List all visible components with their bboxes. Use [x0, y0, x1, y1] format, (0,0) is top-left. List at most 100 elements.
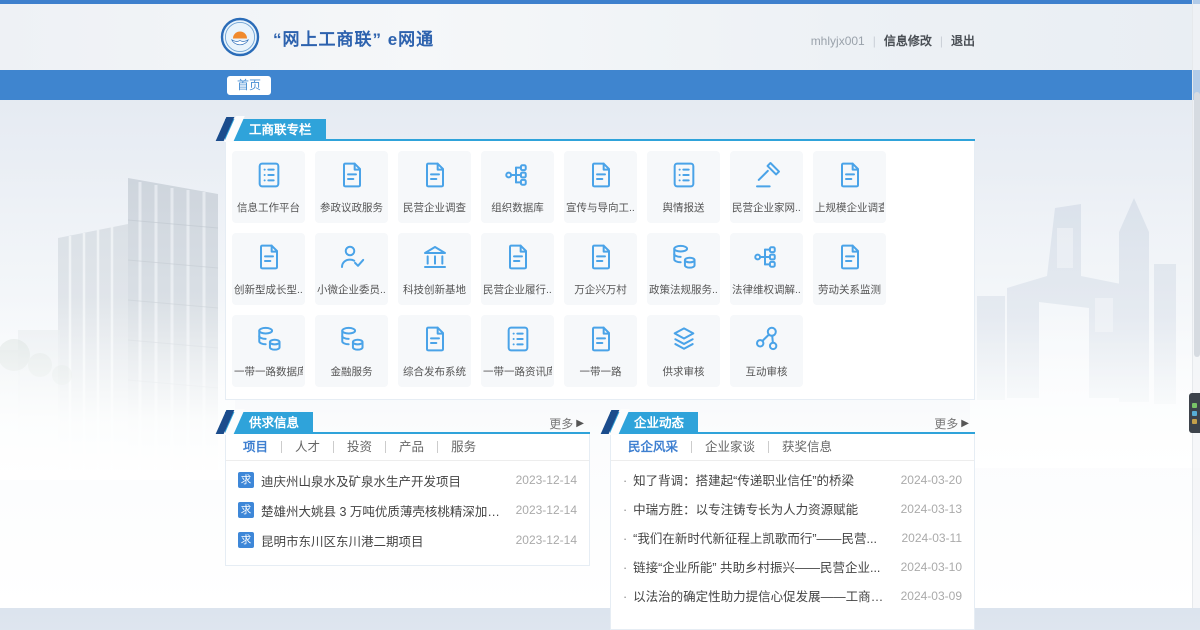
panel-tile[interactable]: 组织数据库 [481, 151, 554, 223]
panel-tile[interactable]: 一带一路 [564, 315, 637, 387]
panel-tile[interactable]: 小微企业委员... [315, 233, 388, 305]
supply-more-link[interactable]: 更多 ▶ [549, 415, 584, 432]
logout-link[interactable]: 退出 [951, 32, 975, 49]
section-title-tab: 工商联专栏 [225, 119, 326, 141]
separator: | [940, 34, 943, 48]
news-item[interactable]: “我们在新时代新征程上凯歌而行”——民营... 2024-03-11 [611, 523, 974, 552]
tile-label: 一带一路数据库 [234, 364, 303, 379]
page-scrollbar[interactable] [1192, 0, 1200, 608]
section-title-tab: 供求信息 [225, 412, 313, 434]
scrollbar-thumb[interactable] [1194, 92, 1200, 357]
item-date: 2023-12-14 [516, 503, 577, 517]
panel-tile[interactable]: 信息工作平台 [232, 151, 305, 223]
item-date: 2024-03-11 [902, 531, 963, 545]
more-arrow-icon: ▶ [961, 418, 969, 429]
doc-icon [584, 158, 618, 192]
tile-label: 供求审核 [649, 364, 718, 379]
item-date: 2023-12-14 [516, 533, 577, 547]
panel-tile[interactable]: 一带一路数据库 [232, 315, 305, 387]
list-doc-icon [667, 158, 701, 192]
tile-label: 劳动关系监测 [815, 282, 884, 297]
section-title: 供求信息 [249, 416, 299, 430]
more-label: 更多 [549, 415, 573, 432]
section-header: 工商联专栏 [225, 119, 975, 141]
item-title: 链接“企业所能” 共助乡村振兴——民营企业... [623, 557, 891, 576]
tile-label: 宣传与导向工... [566, 200, 635, 215]
demand-badge: 求 [238, 472, 254, 488]
panel-tile[interactable]: 宣传与导向工... [564, 151, 637, 223]
sub-tab[interactable]: 投资 [333, 441, 385, 453]
tile-label: 法律维权调解... [732, 282, 801, 297]
modify-info-link[interactable]: 信息修改 [884, 32, 932, 49]
tile-label: 一带一路 [566, 364, 635, 379]
section-title: 工商联专栏 [249, 123, 312, 137]
section-header: 供求信息 更多 ▶ [225, 412, 590, 434]
item-title: 楚雄州大姚县 3 万吨优质薄壳核桃精深加工及科... [261, 501, 506, 520]
news-item[interactable]: 知了背调：搭建起“传递职业信任”的桥梁 2024-03-20 [611, 465, 974, 494]
share-icon [750, 322, 784, 356]
panel-tile[interactable]: 一带一路资讯库 [481, 315, 554, 387]
sub-tab-label: 民企风采 [628, 440, 678, 454]
supply-item[interactable]: 求 迪庆州山泉水及矿泉水生产开发项目 2023-12-14 [226, 465, 589, 495]
panel-tile[interactable]: 参政议政服务 [315, 151, 388, 223]
sub-tab-label: 人才 [295, 440, 320, 454]
supply-demand-section: 供求信息 更多 ▶ 项目 人才 投资 产品 服务 求 迪庆州山泉水及矿泉水生产开… [225, 412, 590, 630]
home-tab[interactable]: 首页 [227, 76, 271, 95]
item-date: 2024-03-20 [901, 473, 962, 487]
tile-label: 上规模企业调查 [815, 200, 884, 215]
doc-icon [418, 322, 452, 356]
panel-tile[interactable]: 民营企业调查 [398, 151, 471, 223]
news-item[interactable]: 以法治的确定性助力提信心促发展——工商联... 2024-03-09 [611, 581, 974, 610]
panel-tile[interactable]: 科技创新基地 [398, 233, 471, 305]
bank-icon [418, 240, 452, 274]
widget-dot [1192, 411, 1197, 416]
supply-item[interactable]: 求 昆明市东川区东川港二期项目 2023-12-14 [226, 525, 589, 555]
list-doc-icon [501, 322, 535, 356]
panel-tile[interactable]: 金融服务 [315, 315, 388, 387]
panel-tile[interactable]: 万企兴万村 [564, 233, 637, 305]
sub-tab[interactable]: 企业家谈 [691, 441, 768, 453]
tile-label: 民营企业履行... [483, 282, 552, 297]
panel-tile[interactable]: 政策法规服务... [647, 233, 720, 305]
widget-dot [1192, 403, 1197, 408]
panel-tile[interactable]: 上规模企业调查 [813, 151, 886, 223]
news-item[interactable]: 中瑞方胜：以专注铸专长为人力资源赋能 2024-03-13 [611, 494, 974, 523]
sub-tab[interactable]: 产品 [385, 441, 437, 453]
sub-tab[interactable]: 项目 [230, 441, 281, 453]
panel-tile[interactable]: 劳动关系监测 [813, 233, 886, 305]
more-label: 更多 [934, 415, 958, 432]
sub-tab[interactable]: 获奖信息 [768, 441, 845, 453]
sub-tab[interactable]: 服务 [437, 441, 489, 453]
demand-badge: 求 [238, 532, 254, 548]
panel-tile[interactable]: 供求审核 [647, 315, 720, 387]
panel-tile[interactable]: 民营企业家网... [730, 151, 803, 223]
supply-item[interactable]: 求 楚雄州大姚县 3 万吨优质薄壳核桃精深加工及科... 2023-12-14 [226, 495, 589, 525]
database-icon [335, 322, 369, 356]
item-date: 2023-12-14 [516, 473, 577, 487]
floating-sidebar-widget[interactable] [1189, 393, 1200, 433]
database-icon [667, 240, 701, 274]
news-item[interactable]: 链接“企业所能” 共助乡村振兴——民营企业... 2024-03-10 [611, 552, 974, 581]
sub-tab-label: 投资 [347, 440, 372, 454]
item-date: 2024-03-09 [901, 589, 962, 603]
panel-tile[interactable]: 创新型成长型... [232, 233, 305, 305]
sub-tab-label: 产品 [399, 440, 424, 454]
section-title: 企业动态 [634, 416, 684, 430]
office-buildings-photo [0, 150, 235, 470]
bottom-sections: 供求信息 更多 ▶ 项目 人才 投资 产品 服务 求 迪庆州山泉水及矿泉水生产开… [225, 412, 975, 630]
sub-tab[interactable]: 人才 [281, 441, 333, 453]
news-more-link[interactable]: 更多 ▶ [934, 415, 969, 432]
database-icon [252, 322, 286, 356]
tile-label: 信息工作平台 [234, 200, 303, 215]
panel-tile[interactable]: 舆情报送 [647, 151, 720, 223]
news-body: 民企风采 企业家谈 获奖信息 知了背调：搭建起“传递职业信任”的桥梁 2024-… [610, 434, 975, 630]
panel-tile[interactable]: 法律维权调解... [730, 233, 803, 305]
tile-grid: 信息工作平台 参政议政服务 民营企业调查 组织数据库 宣传与导向工... 舆情报… [225, 141, 975, 400]
panel-tile[interactable]: 互动审核 [730, 315, 803, 387]
panel-tile[interactable]: 民营企业履行... [481, 233, 554, 305]
panel-tile[interactable]: 综合发布系统 [398, 315, 471, 387]
doc-icon [252, 240, 286, 274]
supply-list: 求 迪庆州山泉水及矿泉水生产开发项目 2023-12-14 求 楚雄州大姚县 3… [226, 461, 589, 555]
sub-tab[interactable]: 民企风采 [615, 441, 691, 453]
username: mhlyjx001 [811, 34, 865, 48]
